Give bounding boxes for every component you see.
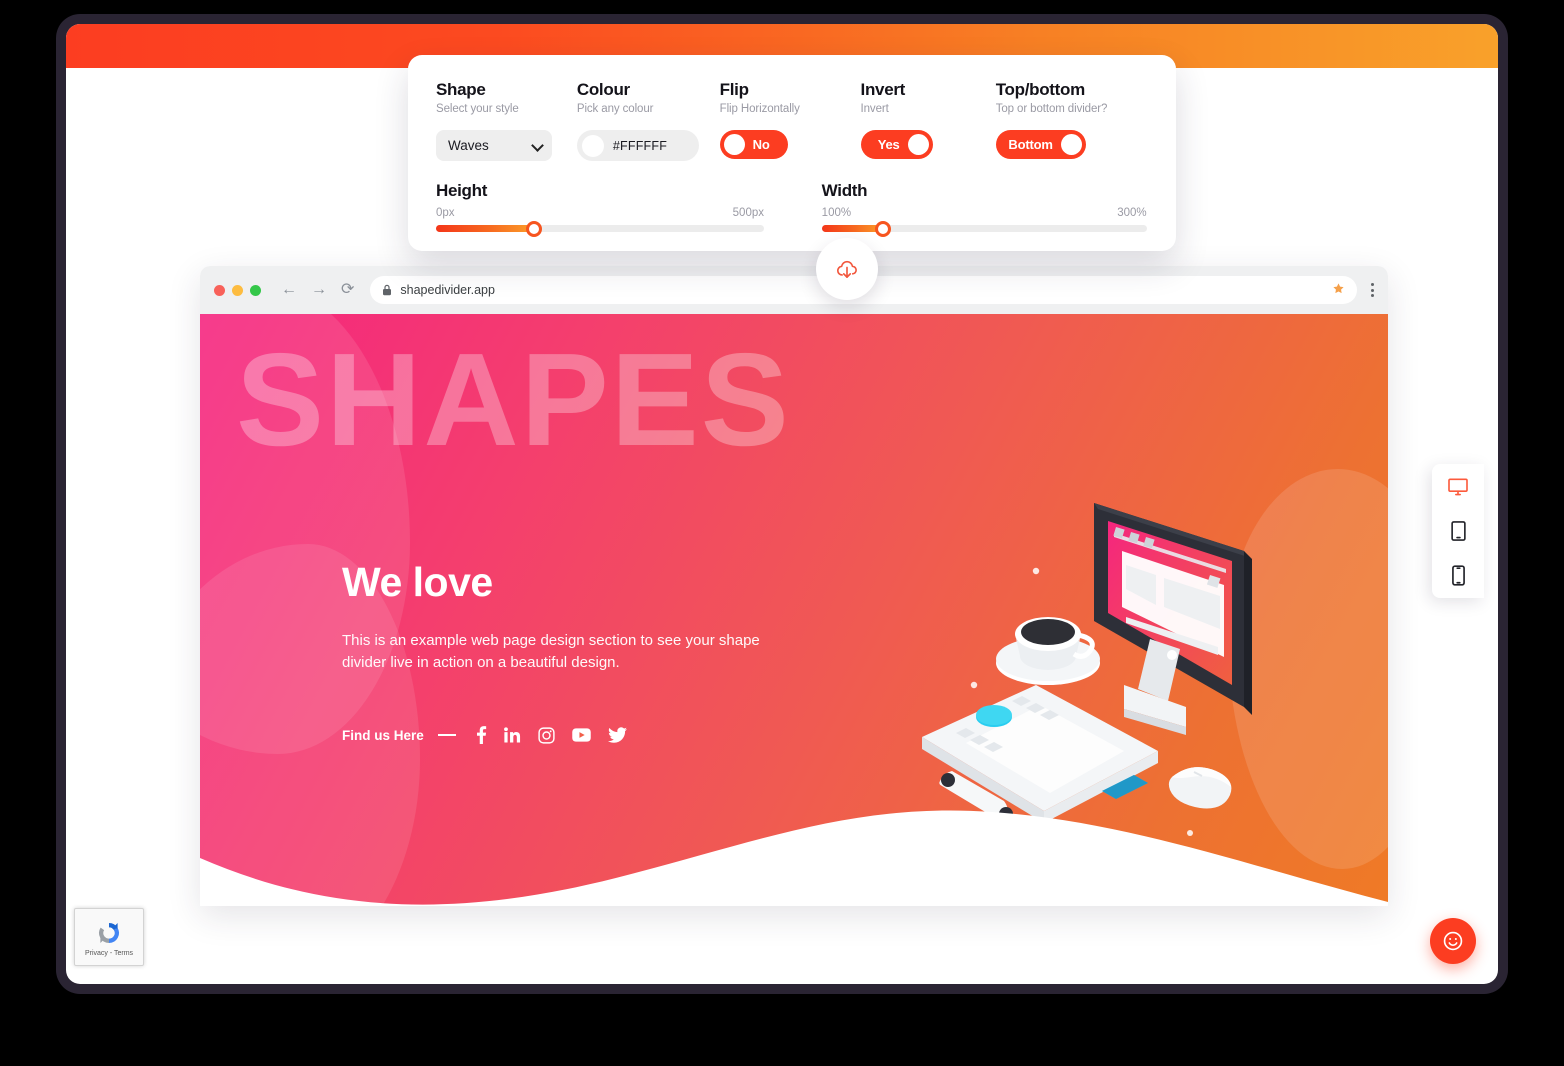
control-group-invert: Invert Invert Yes	[860, 80, 996, 161]
width-title: Width	[821, 181, 868, 201]
browser-toolbar: ← → ⟳ shapedivider.app	[200, 266, 1388, 314]
topbottom-toggle-label: Bottom	[1008, 137, 1053, 153]
colour-title: Colour	[576, 80, 630, 99]
shape-subtitle: Select your style	[436, 102, 519, 115]
reload-icon[interactable]: ⟳	[341, 282, 354, 298]
address-bar-url: shapedivider.app	[400, 283, 495, 297]
height-range-labels: 0px 500px	[436, 207, 764, 219]
desktop-icon[interactable]	[1448, 474, 1468, 500]
social-links	[476, 726, 627, 745]
browser-nav-buttons: ← → ⟳	[281, 282, 354, 298]
topbottom-subtitle: Top or bottom divider?	[995, 102, 1108, 115]
download-button[interactable]	[816, 238, 878, 300]
chat-widget-button[interactable]	[1430, 918, 1476, 964]
control-group-topbottom: Top/bottom Top or bottom divider? Bottom	[995, 80, 1148, 161]
height-max-label: 500px	[732, 207, 764, 220]
shape-select[interactable]: Waves	[436, 130, 552, 162]
cloud-download-icon	[836, 260, 857, 278]
height-slider[interactable]	[436, 220, 764, 237]
invert-field: Yes	[860, 130, 996, 160]
control-row-sliders: Height 0px 500px Width 100% 300%	[436, 181, 1148, 237]
invert-subtitle: Invert	[860, 102, 889, 115]
invert-title: Invert	[860, 80, 906, 99]
invert-toggle-label: Yes	[877, 137, 900, 153]
shape-select-value: Waves	[448, 138, 489, 154]
linkedin-icon[interactable]	[503, 727, 521, 743]
arrow-left-icon[interactable]: ←	[281, 282, 297, 298]
traffic-lights	[214, 284, 261, 296]
control-group-colour: Colour Pick any colour #FFFFFF	[576, 80, 720, 162]
recaptcha-icon	[99, 922, 119, 943]
shape-control-panel: Shape Select your style Waves Colour Pic…	[408, 55, 1176, 251]
width-slider-fill	[821, 225, 884, 233]
control-group-flip: Flip Flip Horizontally No	[719, 80, 861, 161]
maximize-window-dot[interactable]	[250, 284, 261, 296]
browser-preview: ← → ⟳ shapedivider.app SHAPES We love Th…	[200, 266, 1388, 906]
find-us-label: Find us Here	[342, 727, 424, 743]
colour-swatch	[581, 134, 604, 157]
colour-picker[interactable]: #FFFFFF	[576, 130, 699, 162]
youtube-icon[interactable]	[572, 728, 591, 743]
flip-title: Flip	[719, 80, 749, 99]
facebook-icon[interactable]	[476, 726, 487, 745]
minimize-window-dot[interactable]	[232, 284, 243, 296]
hero-description: This is an example web page design secti…	[342, 632, 760, 672]
recaptcha-badge[interactable]: Privacy - Terms	[74, 908, 144, 966]
topbottom-toggle[interactable]: Bottom	[995, 130, 1086, 160]
control-group-width: Width 100% 300%	[821, 181, 1148, 237]
device-frame: Shape Select your style Waves Colour Pic…	[56, 14, 1508, 994]
star-icon[interactable]	[1332, 282, 1345, 298]
recaptcha-terms[interactable]: Privacy - Terms	[85, 950, 133, 957]
divider-dash	[437, 734, 456, 737]
device-screen: Shape Select your style Waves Colour Pic…	[66, 24, 1498, 984]
colour-hex-value: #FFFFFF	[612, 138, 668, 153]
topbottom-toggle-knob	[1060, 134, 1082, 156]
width-range-labels: 100% 300%	[822, 207, 1147, 219]
mobile-icon[interactable]	[1451, 562, 1465, 588]
height-title: Height	[436, 181, 488, 201]
close-window-dot[interactable]	[214, 284, 225, 296]
invert-toggle[interactable]: Yes	[860, 130, 933, 160]
control-group-shape: Shape Select your style Waves	[436, 80, 577, 162]
device-switcher	[1432, 464, 1484, 598]
flip-toggle-label: No	[752, 137, 770, 153]
flip-field: No	[719, 130, 861, 160]
kebab-menu-icon[interactable]	[1371, 283, 1374, 297]
height-slider-fill	[436, 225, 535, 233]
width-slider-thumb[interactable]	[875, 220, 892, 237]
flip-toggle-knob	[723, 134, 745, 156]
twitter-icon[interactable]	[607, 727, 627, 744]
flip-subtitle: Flip Horizontally	[719, 102, 800, 115]
control-row-top: Shape Select your style Waves Colour Pic…	[436, 80, 1148, 162]
tablet-icon[interactable]	[1450, 518, 1466, 544]
topbottom-title: Top/bottom	[995, 80, 1086, 99]
wave-divider-svg	[200, 810, 1388, 906]
screenshot-stage: Shape Select your style Waves Colour Pic…	[0, 0, 1564, 1066]
invert-toggle-knob	[907, 134, 929, 156]
topbottom-field: Bottom	[995, 130, 1148, 160]
hero-section: SHAPES We love This is an example web pa…	[200, 314, 1388, 906]
arrow-right-icon[interactable]: →	[311, 282, 327, 298]
width-max-label: 300%	[1117, 207, 1147, 220]
wave-divider	[200, 786, 1388, 906]
width-slider[interactable]	[821, 220, 1147, 237]
colour-subtitle: Pick any colour	[576, 102, 654, 115]
shape-title: Shape	[436, 80, 486, 99]
colour-field: #FFFFFF	[576, 130, 720, 162]
instagram-icon[interactable]	[538, 727, 555, 744]
shape-field: Waves	[436, 130, 577, 162]
height-slider-thumb[interactable]	[526, 220, 543, 237]
flip-toggle[interactable]: No	[719, 130, 788, 160]
height-min-label: 0px	[436, 207, 455, 220]
smiley-icon	[1443, 931, 1463, 951]
control-group-height: Height 0px 500px	[436, 181, 822, 237]
width-min-label: 100%	[821, 207, 852, 220]
lock-icon	[382, 284, 392, 296]
chevron-down-icon	[533, 141, 542, 150]
